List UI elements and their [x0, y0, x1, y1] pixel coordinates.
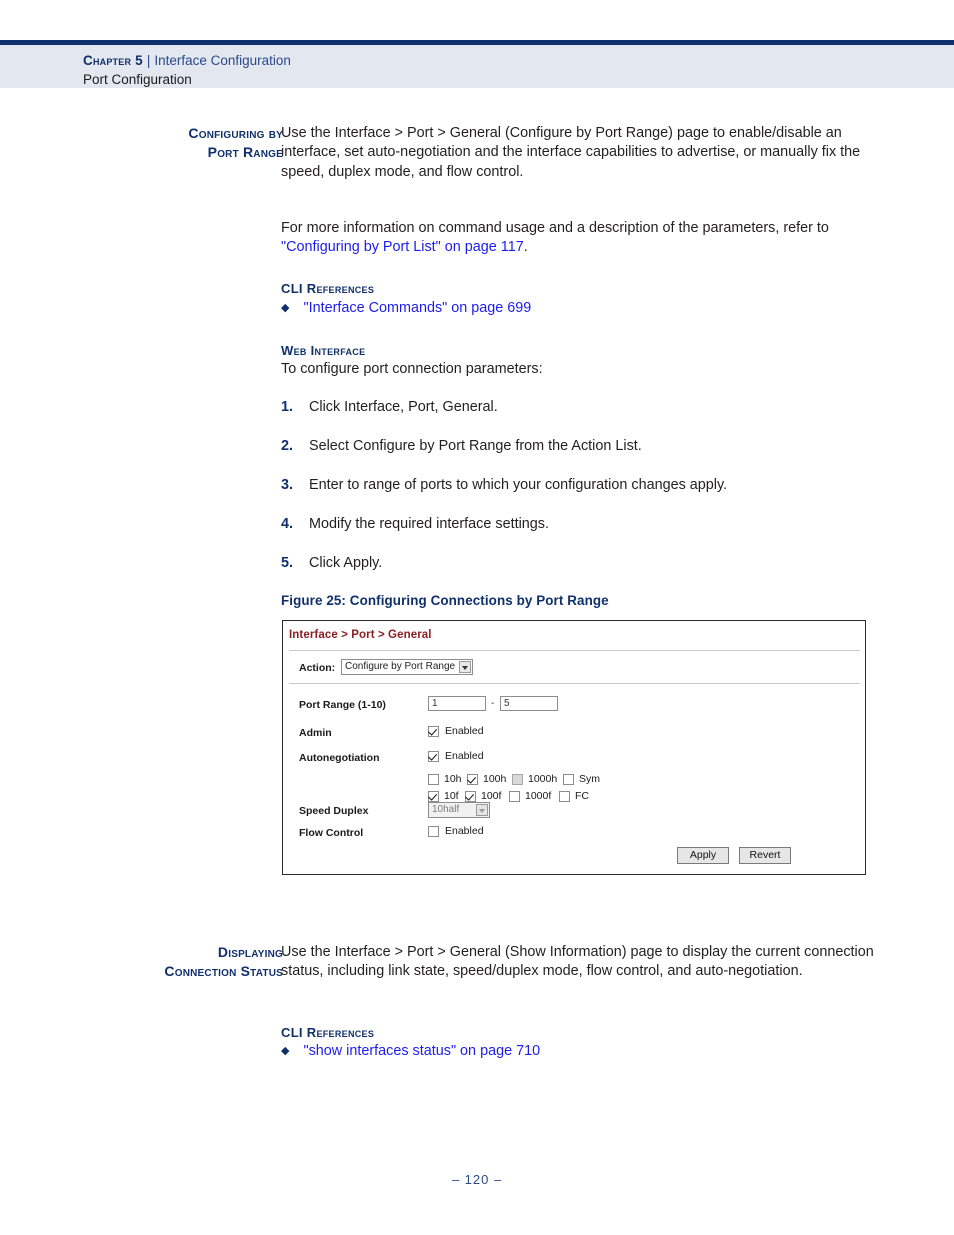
capability-label-10h: 10h [444, 773, 462, 785]
capability-label-1000h: 1000h [528, 773, 558, 785]
capability-label-100h: 100h [483, 773, 507, 785]
speed-duplex-select: 10half [428, 802, 490, 818]
speed-duplex-label: Speed Duplex [299, 805, 369, 817]
margin-heading-2-line-1: Displaying [217, 944, 283, 960]
capability-checkbox-100h[interactable] [467, 774, 478, 785]
capability-label-100f: 100f [481, 790, 502, 802]
admin-checkbox[interactable] [428, 726, 439, 737]
step-text-4: Modify the required interface settings. [309, 516, 549, 532]
section1-web-interface-heading: Web Interface [281, 343, 366, 358]
figure-screenshot-configure-by-port-range: Interface > Port > General Action: Confi… [282, 620, 866, 875]
section2-paragraph-1: Use the Interface > Port > General (Show… [281, 944, 874, 980]
flow-control-label: Flow Control [299, 827, 364, 839]
divider-below-action [289, 683, 860, 684]
speed-duplex-value: 10half [432, 804, 460, 815]
autonegotiation-label: Autonegotiation [299, 752, 380, 764]
step-item-4: 4. Modify the required interface settings… [281, 515, 881, 534]
port-range-label: Port Range (1-10) [299, 699, 386, 711]
port-range-start-value: 1 [432, 698, 438, 709]
capability-label-fc: FC [575, 790, 589, 802]
step-item-5: 5. Click Apply. [281, 554, 881, 573]
step-number-3: 3. [281, 477, 294, 493]
step-number-1: 1. [281, 399, 294, 415]
flow-control-checkbox-label: Enabled [445, 825, 484, 837]
capability-checkbox-1000h [512, 774, 523, 785]
breadcrumb: Interface > Port > General [289, 629, 432, 641]
section1-paragraph-2: For more information on command usage an… [281, 219, 871, 258]
diamond-bullet-icon: ◆ [281, 1045, 290, 1057]
capability-checkbox-sym[interactable] [563, 774, 574, 785]
section2-cli-references-heading: CLI References [281, 1025, 375, 1040]
step-text-1: Click Interface, Port, General. [309, 399, 498, 415]
capability-label-10f: 10f [444, 790, 459, 802]
link-show-interfaces-status[interactable]: "show interfaces status" on page 710 [303, 1043, 540, 1059]
page-number: – 120 – [451, 1172, 503, 1187]
chevron-down-icon [476, 804, 488, 816]
margin-heading-displaying-connection-status: Displaying Connection Status [103, 943, 283, 981]
step-number-4: 4. [281, 516, 294, 532]
port-range-end-value: 5 [504, 698, 510, 709]
capability-checkbox-10f[interactable] [428, 791, 439, 802]
admin-label: Admin [299, 727, 332, 739]
step-number-5: 5. [281, 555, 294, 571]
section1-paragraph-1: Use the Interface > Port > General (Conf… [281, 125, 861, 180]
step-item-1: 1. Click Interface, Port, General. [281, 398, 881, 417]
capability-label-1000f: 1000f [525, 790, 552, 802]
step-item-3: 3. Enter to range of ports to which your … [281, 476, 881, 495]
section1-cli-reference-item: ◆ "Interface Commands" on page 699 [281, 299, 531, 319]
section1-paragraph-2-post: . [523, 239, 528, 256]
page-content: Configuring by Port Range Use the Interf… [0, 0, 954, 1235]
flow-control-checkbox[interactable] [428, 826, 439, 837]
capability-checkbox-fc[interactable] [559, 791, 570, 802]
section1-web-interface-intro: To configure port connection parameters: [281, 361, 543, 377]
margin-heading-2-line-2: Connection Status [164, 963, 283, 979]
capability-checkbox-1000f[interactable] [509, 791, 520, 802]
capability-checkbox-10h[interactable] [428, 774, 439, 785]
section1-cli-references-heading: CLI References [281, 281, 375, 296]
diamond-bullet-icon: ◆ [281, 302, 290, 314]
action-select-value: Configure by Port Range [345, 661, 456, 672]
divider-top [289, 650, 860, 651]
capability-checkbox-100f[interactable] [465, 791, 476, 802]
step-item-2: 2. Select Configure by Port Range from th… [281, 437, 881, 456]
section1-paragraph-2-pre: For more information on command usage an… [281, 220, 829, 236]
step-text-3: Enter to range of ports to which your co… [309, 477, 728, 493]
margin-heading-line-2: Port Range [207, 144, 283, 160]
section2-cli-reference-item: ◆ "show interfaces status" on page 710 [281, 1042, 540, 1062]
action-select[interactable]: Configure by Port Range [341, 659, 473, 675]
port-range-start-input[interactable]: 1 [428, 696, 486, 711]
port-range-dash: - [491, 698, 495, 709]
step-text-2: Select Configure by Port Range from the … [309, 438, 642, 454]
action-label: Action: [299, 662, 336, 674]
admin-checkbox-label: Enabled [445, 725, 484, 737]
link-interface-commands[interactable]: "Interface Commands" on page 699 [303, 300, 531, 316]
chevron-down-icon[interactable] [459, 661, 471, 673]
figure-caption: Figure 25: Configuring Connections by Po… [281, 593, 609, 608]
apply-button[interactable]: Apply [677, 847, 729, 864]
revert-button[interactable]: Revert [739, 847, 791, 864]
autonegotiation-checkbox-label: Enabled [445, 750, 484, 762]
autonegotiation-checkbox[interactable] [428, 751, 439, 762]
margin-heading-configuring-by-port-range: Configuring by Port Range [133, 124, 283, 162]
port-range-end-input[interactable]: 5 [500, 696, 558, 711]
margin-heading-line-1: Configuring by [188, 125, 283, 141]
capability-label-sym: Sym [579, 773, 600, 785]
step-text-5: Click Apply. [309, 555, 383, 571]
step-number-2: 2. [281, 438, 294, 454]
link-configuring-by-port-list[interactable]: "Configuring by Port List" on page 117 [281, 239, 524, 255]
